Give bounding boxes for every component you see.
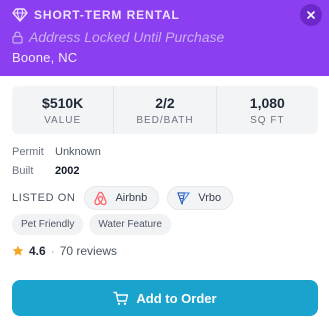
feature-tags: Pet Friendly Water Feature <box>12 214 171 235</box>
listing-header: SHORT-TERM RENTAL Address Locked Until P… <box>0 0 329 76</box>
platform-airbnb[interactable]: Airbnb <box>84 186 160 210</box>
airbnb-icon <box>93 191 108 206</box>
stat-bed-bath: 2/2 BED/BATH <box>113 86 215 134</box>
rating-value: 4.6 <box>29 244 46 258</box>
detail-built-value: 2002 <box>55 165 80 177</box>
listed-on-row: LISTED ON Airbnb Vrbo <box>12 186 234 210</box>
add-to-order-button[interactable]: Add to Order <box>12 280 318 316</box>
tag-pet-friendly: Pet Friendly <box>12 214 84 235</box>
close-button[interactable] <box>300 4 322 26</box>
detail-built: Built 2002 <box>12 165 79 177</box>
property-type-label: SHORT-TERM RENTAL <box>34 8 180 22</box>
stat-bed-bath-amount: 2/2 <box>155 94 175 111</box>
detail-permit-label: Permit <box>12 146 44 158</box>
rating-separator: · <box>50 244 55 258</box>
stat-sqft-label: SQ FT <box>250 114 285 126</box>
detail-built-label: Built <box>12 165 34 177</box>
platform-vrbo-label: Vrbo <box>198 192 222 204</box>
stat-bed-bath-label: BED/BATH <box>136 114 194 126</box>
location-text: Boone, NC <box>12 50 78 65</box>
vrbo-icon <box>176 191 191 206</box>
star-icon <box>12 245 24 257</box>
review-count: 70 reviews <box>59 244 118 258</box>
detail-permit-value: Unknown <box>55 146 101 158</box>
close-icon <box>307 11 315 19</box>
property-stats: $510K VALUE 2/2 BED/BATH 1,080 SQ FT <box>12 86 318 134</box>
detail-permit: Permit Unknown <box>12 146 101 158</box>
listed-on-label: LISTED ON <box>12 192 76 204</box>
rating-row: 4.6 · 70 reviews <box>12 244 117 258</box>
address-locked-text: Address Locked Until Purchase <box>29 29 225 45</box>
stat-sqft-amount: 1,080 <box>249 94 285 111</box>
cart-icon <box>113 291 129 306</box>
add-to-order-label: Add to Order <box>136 290 217 306</box>
tag-water-feature: Water Feature <box>89 214 171 235</box>
stat-value: $510K VALUE <box>12 86 113 134</box>
diamond-icon <box>12 8 28 22</box>
lock-icon <box>12 31 23 44</box>
stat-sqft: 1,080 SQ FT <box>215 86 318 134</box>
property-type-row: SHORT-TERM RENTAL <box>12 8 180 22</box>
platform-airbnb-label: Airbnb <box>115 192 148 204</box>
platform-vrbo[interactable]: Vrbo <box>167 186 234 210</box>
stat-value-label: VALUE <box>44 114 82 126</box>
stat-value-amount: $510K <box>42 94 84 111</box>
address-row: Address Locked Until Purchase <box>12 29 224 45</box>
